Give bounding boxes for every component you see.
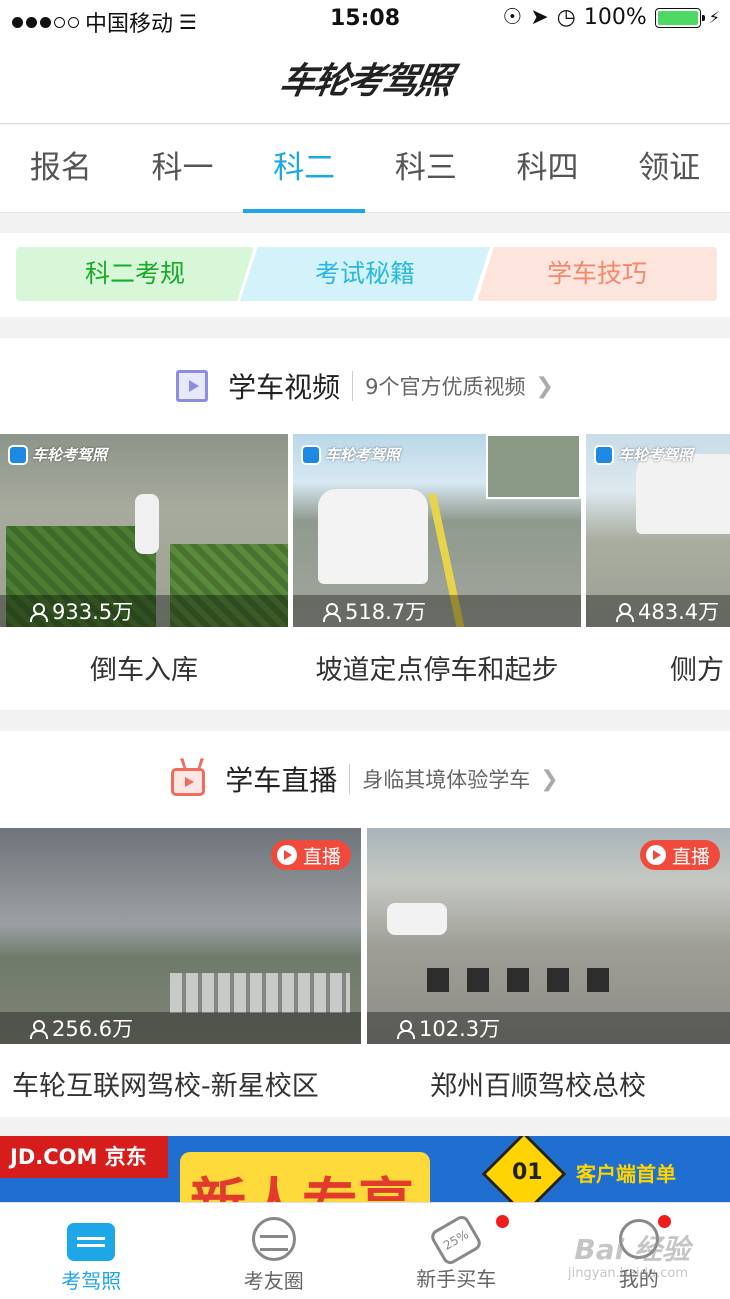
live-section: 学车直播 身临其境体验学车 ❯ 直播 256.6万 直播 102.3万 车轮互联… [0, 731, 730, 1117]
video-section-subtitle: 9个官方优质视频 [365, 375, 526, 399]
watermark-sub: jingyan.baidu.com [568, 1266, 688, 1281]
brand-watermark: 车轮考驾照 [301, 444, 400, 465]
live-card-baishun[interactable]: 直播 102.3万 [367, 828, 730, 1044]
play-icon [276, 845, 297, 865]
view-count-value: 933.5万 [52, 600, 134, 624]
video-section: 学车视频 9个官方优质视频 ❯ 车轮考驾照 933.5万 车轮考驾照 518.7… [0, 338, 730, 710]
status-right: ☉ ➤ ◷ 100% ⚡ [502, 5, 720, 30]
tab-license[interactable]: 领证 [608, 125, 730, 212]
tab-signup[interactable]: 报名 [0, 125, 122, 212]
nav-buy-car[interactable]: 25% 新手买车 [365, 1203, 548, 1299]
user-icon [323, 603, 341, 622]
chevron-right-icon: ❯ [535, 373, 554, 399]
user-icon [616, 603, 634, 622]
app-logo: 车轮考驾照 [276, 61, 454, 102]
nav-label: 考友圈 [243, 1269, 304, 1293]
brand-logo-icon [8, 444, 28, 465]
jd-logo: JD.COM 京东 [0, 1136, 168, 1178]
watermark: Bai 经验 [574, 1233, 690, 1266]
tab-subject-2[interactable]: 科二 [243, 125, 365, 213]
notification-dot [496, 1215, 509, 1228]
view-count: 518.7万 [293, 595, 581, 627]
view-count: 102.3万 [367, 1012, 730, 1044]
live-section-title: 学车直播 [225, 764, 338, 797]
brand-watermark-text: 车轮考驾照 [325, 446, 401, 464]
subject-tabs: 报名 科一 科二 科三 科四 领证 [0, 125, 730, 213]
brand-watermark: 车轮考驾照 [594, 444, 693, 465]
video-caption: 倒车入库 [90, 655, 198, 686]
category-secrets-button[interactable]: 考试秘籍 [240, 247, 490, 301]
brand-logo-icon [301, 444, 321, 465]
brand-logo-icon [594, 444, 614, 465]
video-section-header[interactable]: 学车视频 9个官方优质视频 ❯ [0, 338, 730, 434]
tab-subject-4[interactable]: 科四 [487, 125, 609, 212]
live-section-subtitle: 身临其境体验学车 [362, 768, 531, 792]
event-number: 01 [512, 1160, 543, 1185]
ad-banner[interactable]: JD.COM 京东 新人专享 01 客户端首单 [0, 1136, 730, 1206]
live-caption: 郑州百顺驾校总校 [430, 1071, 646, 1102]
steering-wheel-icon [251, 1217, 296, 1261]
charging-icon: ⚡ [708, 8, 720, 27]
tab-subject-3[interactable]: 科三 [365, 125, 487, 212]
nav-exam[interactable]: 考驾照 [0, 1203, 183, 1299]
live-caption: 车轮互联网驾校-新星校区 [12, 1071, 319, 1102]
live-card-xinxing[interactable]: 直播 256.6万 [0, 828, 361, 1044]
category-rules-button[interactable]: 科二考规 [16, 247, 254, 301]
divider [352, 371, 354, 401]
nav-label: 新手买车 [416, 1267, 497, 1291]
film-icon [176, 370, 209, 402]
video-card-slope-start[interactable]: 车轮考驾照 518.7万 [293, 434, 581, 627]
video-card-reverse-parking[interactable]: 车轮考驾照 933.5万 [0, 434, 288, 627]
video-card-side-parking[interactable]: 车轮考驾照 483.4万 [586, 434, 730, 627]
battery-percent: 100% [583, 5, 647, 30]
view-count-value: 256.6万 [52, 1017, 134, 1041]
live-badge: 直播 [270, 840, 351, 870]
battery-icon [654, 7, 705, 28]
rotation-lock-icon: ☉ [502, 5, 523, 30]
view-count-value: 102.3万 [419, 1017, 501, 1041]
ad-headline: 新人专享 [190, 1173, 414, 1206]
live-badge-label: 直播 [671, 845, 710, 868]
location-icon: ➤ [530, 5, 549, 30]
nav-label: 考驾照 [61, 1269, 122, 1293]
view-count: 933.5万 [0, 595, 288, 627]
book-icon [67, 1223, 116, 1261]
alarm-icon: ◷ [556, 5, 576, 30]
video-caption: 坡道定点停车和起步 [315, 655, 559, 686]
tv-icon [171, 768, 206, 796]
play-icon [645, 845, 666, 865]
category-tips-button[interactable]: 学车技巧 [477, 247, 717, 301]
view-count-value: 518.7万 [345, 600, 427, 624]
view-count: 256.6万 [0, 1012, 361, 1044]
chevron-right-icon: ❯ [540, 766, 559, 792]
tab-subject-1[interactable]: 科一 [122, 125, 244, 212]
nav-community[interactable]: 考友圈 [183, 1203, 366, 1299]
live-section-header[interactable]: 学车直播 身临其境体验学车 ❯ [0, 731, 730, 827]
divider [349, 764, 351, 794]
view-count-value: 483.4万 [638, 600, 720, 624]
brand-watermark: 车轮考驾照 [8, 444, 107, 465]
notification-dot [657, 1215, 671, 1228]
status-bar: 中国移动 ☰ 15:08 ☉ ➤ ◷ 100% ⚡ [0, 0, 730, 40]
user-icon [397, 1020, 415, 1039]
video-caption: 侧方 [670, 655, 724, 686]
brand-watermark-text: 车轮考驾照 [32, 446, 108, 464]
ad-promo: 客户端首单 [576, 1162, 676, 1186]
video-section-title: 学车视频 [228, 371, 341, 404]
view-count: 483.4万 [586, 595, 730, 627]
live-badge: 直播 [639, 840, 720, 870]
category-band: 科二考规 考试秘籍 学车技巧 [0, 233, 730, 317]
app-header: 车轮考驾照 [0, 40, 730, 124]
brand-watermark-text: 车轮考驾照 [618, 446, 694, 464]
user-icon [30, 603, 48, 622]
live-badge-label: 直播 [302, 845, 341, 868]
price-tag-icon: 25% [428, 1213, 484, 1267]
user-icon [30, 1020, 48, 1039]
